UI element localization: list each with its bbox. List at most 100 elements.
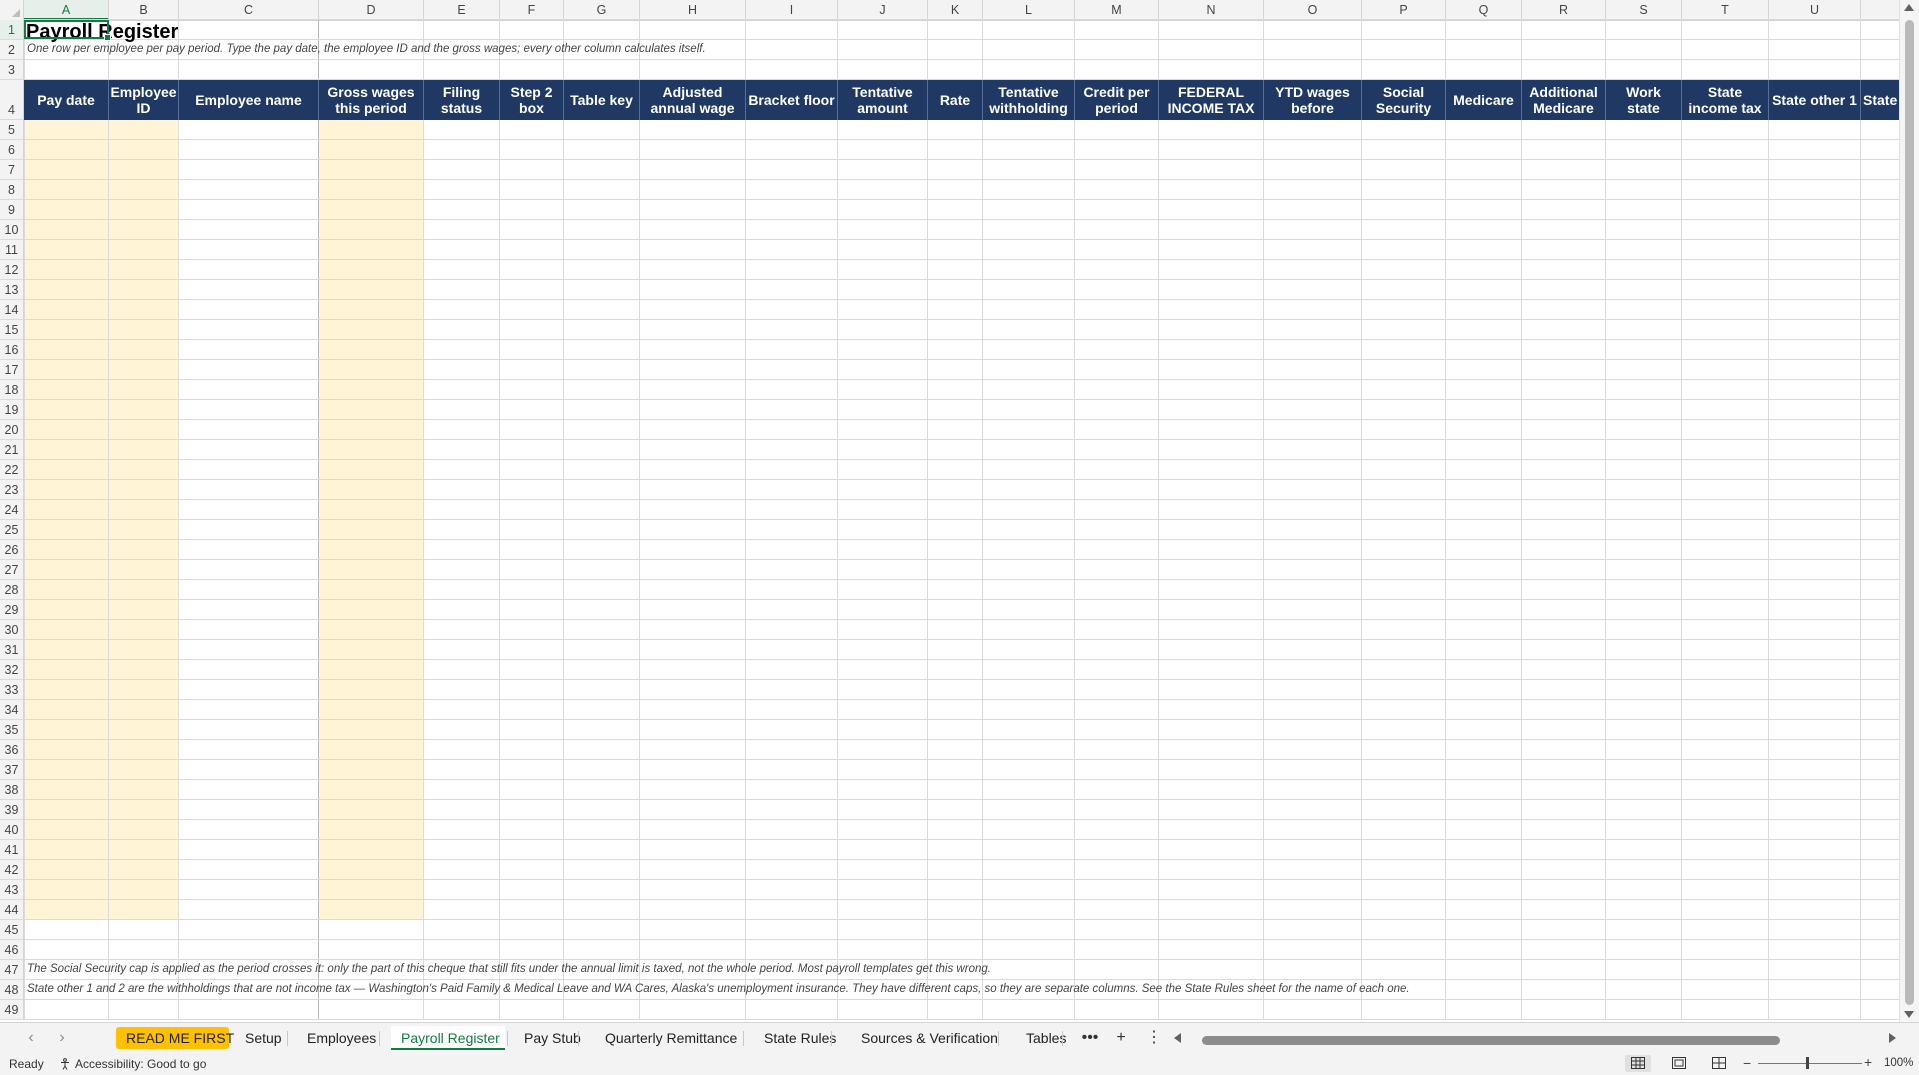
column-header[interactable]: Q bbox=[1446, 0, 1522, 20]
row-header[interactable]: 8 bbox=[0, 180, 23, 200]
table-header-cell[interactable]: State income tax bbox=[1682, 80, 1769, 120]
row-header[interactable]: 22 bbox=[0, 460, 23, 480]
row-header[interactable]: 15 bbox=[0, 320, 23, 340]
row-header[interactable]: 28 bbox=[0, 580, 23, 600]
row-header[interactable]: 19 bbox=[0, 400, 23, 420]
table-header-cell[interactable]: Additional Medicare bbox=[1522, 80, 1606, 120]
table-header-cell[interactable]: Employee name bbox=[179, 80, 319, 120]
row-header[interactable]: 41 bbox=[0, 840, 23, 860]
zoom-out-button[interactable]: − bbox=[1743, 1055, 1751, 1071]
column-header[interactable]: D bbox=[319, 0, 424, 20]
tab-scroll-left-icon[interactable]: ‹ bbox=[21, 1028, 41, 1048]
accessibility-status[interactable]: Accessibility: Good to go bbox=[60, 1057, 206, 1071]
row-header[interactable]: 32 bbox=[0, 660, 23, 680]
sheet-tab[interactable]: Tables bbox=[1016, 1026, 1066, 1050]
input-column-fill[interactable] bbox=[24, 120, 109, 920]
sheet-tab[interactable]: Quarterly Remittance bbox=[595, 1026, 741, 1050]
table-header-cell[interactable]: State other 1 bbox=[1769, 80, 1861, 120]
column-header[interactable]: J bbox=[838, 0, 928, 20]
row-header[interactable]: 16 bbox=[0, 340, 23, 360]
row-header[interactable]: 23 bbox=[0, 480, 23, 500]
sheet-tab[interactable]: State Rules bbox=[754, 1026, 836, 1050]
row-header[interactable]: 21 bbox=[0, 440, 23, 460]
row-header[interactable]: 30 bbox=[0, 620, 23, 640]
row-header[interactable]: 44 bbox=[0, 900, 23, 920]
column-header[interactable]: H bbox=[640, 0, 746, 20]
row-header[interactable]: 2 bbox=[0, 40, 23, 60]
table-header-cell[interactable]: Tentative withholding bbox=[983, 80, 1075, 120]
column-header[interactable]: P bbox=[1362, 0, 1446, 20]
column-header[interactable]: U bbox=[1769, 0, 1861, 20]
row-header[interactable]: 10 bbox=[0, 220, 23, 240]
row-header[interactable]: 9 bbox=[0, 200, 23, 220]
table-header-cell[interactable]: Adjusted annual wage bbox=[640, 80, 746, 120]
zoom-slider[interactable] bbox=[1758, 1063, 1862, 1064]
vertical-scrollbar[interactable] bbox=[1899, 0, 1919, 1022]
page-layout-view-button[interactable] bbox=[1666, 1055, 1692, 1072]
column-header[interactable]: R bbox=[1522, 0, 1606, 20]
column-header[interactable]: K bbox=[928, 0, 983, 20]
row-header[interactable]: 43 bbox=[0, 880, 23, 900]
select-all-corner[interactable] bbox=[0, 0, 24, 20]
ellipsis-icon[interactable]: ••• bbox=[1079, 1028, 1101, 1048]
table-header-cell[interactable]: Rate bbox=[928, 80, 983, 120]
table-header-cell[interactable]: Pay date bbox=[24, 80, 109, 120]
column-header[interactable]: O bbox=[1264, 0, 1362, 20]
row-header[interactable]: 18 bbox=[0, 380, 23, 400]
spreadsheet-grid[interactable]: ABCDEFGHIJKLMNOPQRSTU 1 2 3 4 5 6 7 8 9 10 11 12 13 1… bbox=[0, 0, 1899, 1022]
row-header[interactable]: 5 bbox=[0, 120, 23, 140]
scroll-left-arrow-icon[interactable] bbox=[1174, 1033, 1181, 1043]
row-header[interactable]: 24 bbox=[0, 500, 23, 520]
table-header-cell[interactable]: Gross wages this period bbox=[319, 80, 424, 120]
row-header[interactable]: 48 bbox=[0, 980, 23, 1000]
row-header[interactable]: 6 bbox=[0, 140, 23, 160]
row-header[interactable]: 35 bbox=[0, 720, 23, 740]
row-header[interactable]: 49 bbox=[0, 1000, 23, 1020]
sheet-tab[interactable]: Pay Stub bbox=[514, 1026, 581, 1050]
column-header[interactable]: F bbox=[500, 0, 564, 20]
row-header[interactable]: 3 bbox=[0, 60, 23, 80]
column-header[interactable]: T bbox=[1682, 0, 1769, 20]
column-header[interactable]: I bbox=[746, 0, 838, 20]
row-header[interactable]: 27 bbox=[0, 560, 23, 580]
table-header-cell[interactable]: Step 2 box bbox=[500, 80, 564, 120]
table-header-cell[interactable]: FEDERAL INCOME TAX bbox=[1159, 80, 1264, 120]
row-header[interactable]: 47 bbox=[0, 960, 23, 980]
row-header[interactable]: 25 bbox=[0, 520, 23, 540]
table-header-cell[interactable]: Social Security bbox=[1362, 80, 1446, 120]
table-header-cell[interactable]: Medicare bbox=[1446, 80, 1522, 120]
column-header[interactable]: G bbox=[564, 0, 640, 20]
row-header[interactable]: 26 bbox=[0, 540, 23, 560]
column-header[interactable]: C bbox=[179, 0, 319, 20]
table-header-cell[interactable]: Tentative amount bbox=[838, 80, 928, 120]
column-header[interactable] bbox=[1861, 0, 1899, 20]
active-cell-selection[interactable] bbox=[24, 20, 111, 41]
row-header[interactable]: 20 bbox=[0, 420, 23, 440]
row-header[interactable]: 40 bbox=[0, 820, 23, 840]
column-header[interactable]: S bbox=[1606, 0, 1682, 20]
column-header[interactable]: E bbox=[424, 0, 500, 20]
scroll-down-arrow-icon[interactable] bbox=[1904, 1011, 1914, 1018]
column-header[interactable]: A bbox=[24, 0, 109, 20]
zoom-slider-knob[interactable] bbox=[1806, 1057, 1809, 1069]
row-header[interactable]: 37 bbox=[0, 760, 23, 780]
table-header-cell[interactable]: Bracket floor bbox=[746, 80, 838, 120]
table-header-cell[interactable]: State bbox=[1861, 80, 1899, 120]
row-header[interactable]: 14 bbox=[0, 300, 23, 320]
column-header[interactable]: N bbox=[1159, 0, 1264, 20]
row-header[interactable]: 33 bbox=[0, 680, 23, 700]
row-header[interactable]: 36 bbox=[0, 740, 23, 760]
sheet-tab[interactable]: Payroll Register bbox=[391, 1026, 505, 1050]
row-header[interactable]: 4 bbox=[0, 80, 23, 120]
sheet-tab[interactable]: READ ME FIRST bbox=[116, 1027, 234, 1049]
column-header[interactable]: M bbox=[1075, 0, 1159, 20]
column-header[interactable]: B bbox=[109, 0, 179, 20]
horizontal-scrollbar[interactable] bbox=[1172, 1032, 1898, 1045]
column-header[interactable]: L bbox=[983, 0, 1075, 20]
normal-view-button[interactable] bbox=[1625, 1055, 1651, 1072]
vertical-scroll-thumb[interactable] bbox=[1905, 20, 1914, 1005]
row-header[interactable]: 31 bbox=[0, 640, 23, 660]
table-header-cell[interactable]: Table key bbox=[564, 80, 640, 120]
row-header[interactable]: 7 bbox=[0, 160, 23, 180]
row-header[interactable]: 29 bbox=[0, 600, 23, 620]
